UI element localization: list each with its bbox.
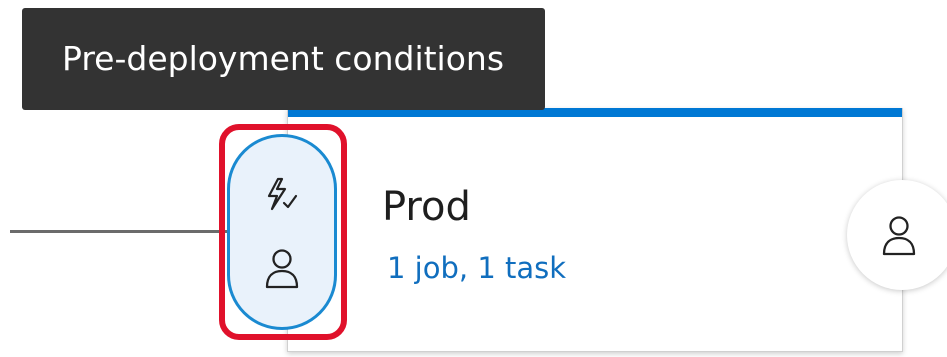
stage-name[interactable]: Prod: [382, 184, 471, 230]
pipeline-connector-line: [10, 230, 235, 233]
tooltip: Pre-deployment conditions: [22, 8, 545, 110]
person-icon: [879, 214, 919, 262]
stage-job-task-link[interactable]: 1 job, 1 task: [387, 251, 566, 285]
pre-deployment-conditions-button[interactable]: [227, 134, 337, 330]
person-icon: [262, 247, 302, 295]
post-deployment-conditions-button[interactable]: [847, 180, 947, 290]
release-pipeline-canvas: Prod 1 job, 1 task Pre-deployment condit…: [0, 0, 947, 357]
stage-card-prod[interactable]: Prod 1 job, 1 task: [287, 108, 903, 352]
lightning-icon: [262, 175, 302, 219]
